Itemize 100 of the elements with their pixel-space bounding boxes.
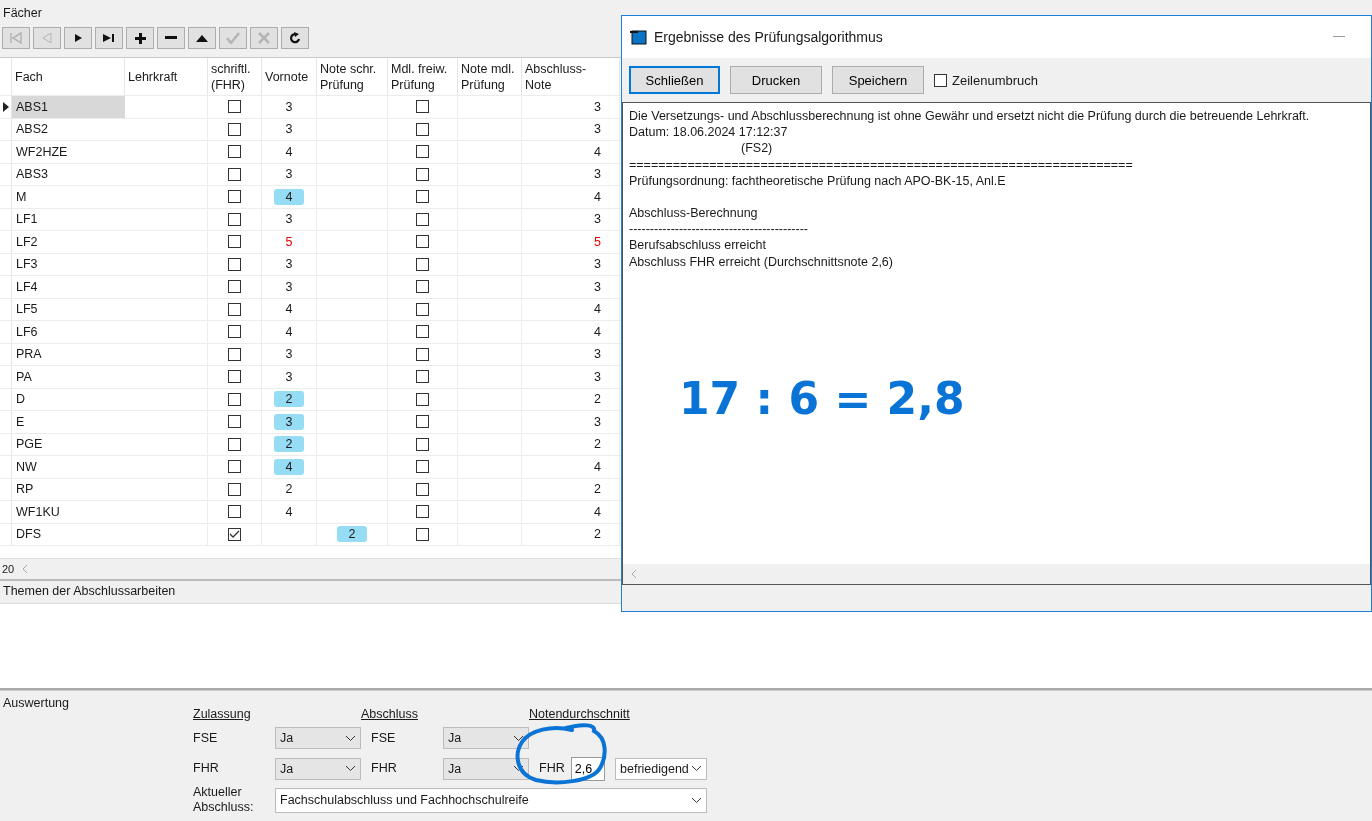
- checkbox[interactable]: [416, 527, 429, 541]
- checkbox[interactable]: [228, 302, 241, 316]
- output-line: Abschluss-Berechnung: [629, 205, 759, 222]
- toolbar-button[interactable]: [188, 27, 216, 49]
- window-title: Ergebnisse des Prüfungsalgorithmus: [654, 29, 884, 45]
- plus-icon: [134, 32, 146, 44]
- checkbox[interactable]: [228, 347, 241, 361]
- column-header[interactable]: Abschluss- Note: [522, 58, 620, 95]
- checkbox[interactable]: [228, 122, 241, 136]
- checkbox[interactable]: [228, 482, 241, 496]
- chevron-down-icon: [345, 734, 356, 742]
- checkbox[interactable]: [228, 437, 241, 451]
- toolbar-button[interactable]: [64, 27, 92, 49]
- checkbox[interactable]: [228, 167, 241, 181]
- table-cell: 2: [594, 437, 601, 452]
- column-header[interactable]: schriftl. (FHR): [208, 58, 262, 95]
- checkbox[interactable]: [228, 212, 241, 226]
- dialog-button[interactable]: Drucken: [730, 66, 822, 94]
- triangle-right-icon: [73, 33, 83, 43]
- chevron-down-icon: [513, 734, 524, 742]
- checkbox[interactable]: [416, 505, 429, 519]
- checkbox[interactable]: [416, 437, 429, 451]
- dropdown[interactable]: befriedigend: [615, 757, 707, 780]
- checkbox[interactable]: [416, 347, 429, 361]
- table-cell: 3: [594, 369, 601, 384]
- table-cell: 4: [594, 144, 601, 159]
- checkbox[interactable]: [416, 145, 429, 159]
- checkbox[interactable]: [228, 392, 241, 406]
- table-cell-text: 3: [284, 256, 294, 273]
- checkbox[interactable]: [416, 482, 429, 496]
- field-label: FHR: [370, 761, 398, 776]
- output-line: Prüfungsordnung: fachtheoretische Prüfung nach APO-BK-15, Anl.E: [629, 172, 1007, 189]
- checkbox[interactable]: [228, 460, 241, 474]
- checkbox[interactable]: [416, 100, 429, 114]
- table-cell-text: 3: [284, 166, 294, 183]
- table-cell[interactable]: ABS1: [12, 96, 125, 118]
- checkbox[interactable]: [934, 73, 947, 87]
- column-header[interactable]: Vornote: [262, 58, 317, 95]
- field-label: FHR: [539, 761, 565, 776]
- checkbox[interactable]: [416, 280, 429, 294]
- checkbox[interactable]: [416, 212, 429, 226]
- checkbox[interactable]: [416, 167, 429, 181]
- dropdown[interactable]: Fachschulabschluss und Fachhochschulreife: [275, 787, 707, 813]
- chevron-down-icon: [691, 796, 702, 804]
- toolbar-button[interactable]: [95, 27, 123, 49]
- dialog-button[interactable]: Speichern: [832, 66, 924, 94]
- checkbox[interactable]: [228, 527, 241, 541]
- table-cell-text: 3: [284, 121, 294, 138]
- table-cell-text: 4: [284, 301, 294, 318]
- checkbox[interactable]: [228, 145, 241, 159]
- checkbox[interactable]: [416, 302, 429, 316]
- x-icon: [258, 32, 270, 44]
- checkbox[interactable]: [228, 190, 241, 204]
- table-cell: 3: [594, 167, 601, 182]
- triangle-left-icon: [41, 32, 53, 44]
- column-header[interactable]: Note mdl. Prüfung: [458, 58, 522, 95]
- output-line: Die Versetzungs- und Abschlussberechnung ist ohne Gewähr und ersetzt nicht die Prüfung durch die betreuende Lehrkraft.: [629, 108, 1311, 125]
- checkbox[interactable]: [228, 505, 241, 519]
- checkbox[interactable]: [416, 460, 429, 474]
- table-cell-text: 4: [284, 503, 294, 520]
- checkbox[interactable]: [228, 280, 241, 294]
- checkbox[interactable]: [228, 235, 241, 249]
- toolbar-button[interactable]: [281, 27, 309, 49]
- checkbox[interactable]: [416, 122, 429, 136]
- checkbox[interactable]: [228, 370, 241, 384]
- column-header[interactable]: Note schr. Prüfung: [317, 58, 388, 95]
- column-header[interactable]: Fach: [12, 58, 125, 95]
- minimize-icon[interactable]: [1333, 36, 1345, 38]
- table-cell: 3: [594, 257, 601, 272]
- toolbar-button[interactable]: [126, 27, 154, 49]
- checkbox[interactable]: [416, 257, 429, 271]
- checkmark-icon: [226, 32, 240, 44]
- table-cell: 2: [273, 436, 305, 453]
- checkbox[interactable]: [416, 235, 429, 249]
- column-header[interactable]: Mdl. freiw. Prüfung: [388, 58, 458, 95]
- table-cell: 4: [273, 458, 305, 475]
- checkbox[interactable]: [228, 415, 241, 429]
- checkbox[interactable]: [416, 392, 429, 406]
- column-header[interactable]: Lehrkraft: [125, 58, 208, 95]
- triangle-up-icon: [196, 34, 208, 42]
- field-label: FHR: [193, 761, 220, 776]
- checkbox[interactable]: [416, 370, 429, 384]
- checkbox[interactable]: [416, 325, 429, 339]
- window-icon: [630, 29, 648, 45]
- checkbox[interactable]: [416, 415, 429, 429]
- handwritten-note: 17 : 6 = 2,8: [679, 373, 965, 424]
- table-cell-text: 3: [284, 98, 294, 115]
- table-cell: 2: [273, 391, 305, 408]
- output-line: Datum: 18.06.2024 17:12:37: [629, 124, 789, 141]
- checkbox[interactable]: [416, 190, 429, 204]
- dialog-button[interactable]: Schließen: [629, 66, 720, 94]
- table-cell-text: 2: [284, 481, 294, 498]
- output-line: =====================================================================: [629, 156, 1134, 173]
- table-cell-text: 5: [284, 233, 294, 250]
- checkbox[interactable]: [228, 257, 241, 271]
- table-cell: 3: [594, 414, 601, 429]
- toolbar-button[interactable]: [157, 27, 185, 49]
- table-cell: 3: [594, 212, 601, 227]
- checkbox[interactable]: [228, 100, 241, 114]
- checkbox[interactable]: [228, 325, 241, 339]
